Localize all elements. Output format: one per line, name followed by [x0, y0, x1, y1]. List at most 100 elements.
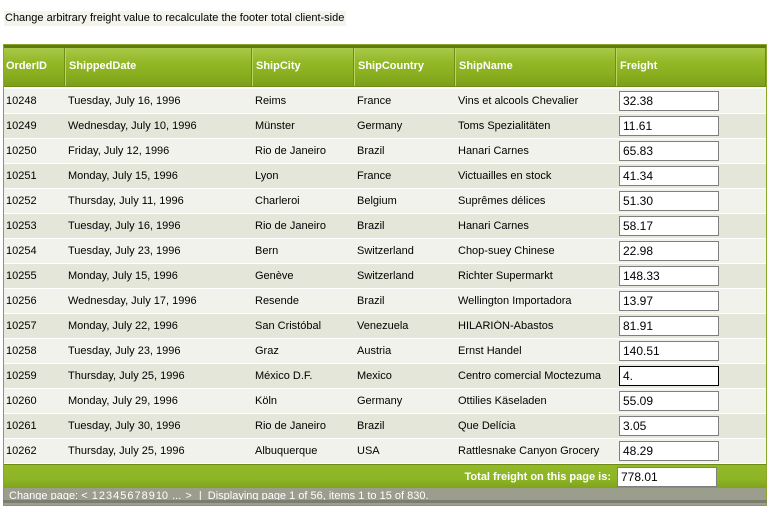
cell-shipcity: Bern [255, 245, 279, 257]
cell-shipcity: Genève [255, 270, 294, 282]
cell-shipcountry: Brazil [357, 420, 385, 432]
cell-orderid: 10259 [6, 370, 37, 382]
cell-orderid: 10252 [6, 195, 37, 207]
cell-shipcountry: Brazil [357, 220, 385, 232]
cell-shippeddate: Monday, July 29, 1996 [68, 395, 178, 407]
cell-orderid: 10254 [6, 245, 37, 257]
cell-orderid: 10260 [6, 395, 37, 407]
cell-shippeddate: Tuesday, July 23, 1996 [68, 345, 181, 357]
cell-shipname: Richter Supermarkt [458, 270, 553, 282]
cell-freight [616, 316, 766, 336]
cell-shipcity: México D.F. [255, 370, 313, 382]
freight-input[interactable] [619, 366, 719, 386]
cell-shipcity: Resende [255, 295, 300, 307]
cell-shippeddate: Tuesday, July 16, 1996 [68, 220, 181, 232]
cell-shipcity: Rio de Janeiro [255, 420, 326, 432]
freight-input[interactable] [619, 391, 719, 411]
table-row: 10252 Thursday, July 11, 1996 Charleroi Bel… [4, 189, 766, 214]
cell-freight [616, 366, 766, 386]
column-header-shippeddate[interactable]: ShippedDate [65, 48, 252, 86]
cell-freight [616, 266, 766, 286]
cell-shippeddate: Wednesday, July 17, 1996 [68, 295, 197, 307]
freight-input[interactable] [619, 116, 719, 136]
freight-input[interactable] [619, 416, 719, 436]
cell-shipcity: Rio de Janeiro [255, 145, 326, 157]
column-header-freight[interactable]: Freight [616, 48, 766, 86]
cell-shipcountry: Germany [357, 120, 403, 132]
cell-shipcity: Lyon [255, 170, 279, 182]
cell-shipname: Rattlesnake Canyon Grocery [458, 445, 600, 457]
column-header-shipname[interactable]: ShipName [455, 48, 616, 86]
freight-input[interactable] [619, 341, 719, 361]
cell-shippeddate: Monday, July 15, 1996 [68, 270, 178, 282]
table-row: 10260 Monday, July 29, 1996 Köln Germany Ott… [4, 389, 766, 414]
cell-shipcity: Reims [255, 95, 287, 107]
table-row: 10255 Monday, July 15, 1996 Genève Switzerl… [4, 264, 766, 289]
freight-input[interactable] [619, 191, 719, 211]
cell-shipcountry: Brazil [357, 145, 385, 157]
freight-input[interactable] [619, 441, 719, 461]
freight-input[interactable] [619, 241, 719, 261]
cell-shippeddate: Monday, July 22, 1996 [68, 320, 178, 332]
cell-orderid: 10256 [6, 295, 37, 307]
table-row: 10261 Tuesday, July 30, 1996 Rio de Janeir… [4, 414, 766, 439]
cell-shipcity: Albuquerque [255, 445, 318, 457]
cell-shipcity: Graz [255, 345, 279, 357]
cell-orderid: 10257 [6, 320, 37, 332]
instruction-bar: Change arbitrary freight value to recalc… [0, 0, 770, 40]
cell-freight [616, 191, 766, 211]
table-row: 10257 Monday, July 22, 1996 San Cristóbal V… [4, 314, 766, 339]
table-row: 10253 Tuesday, July 16, 1996 Rio de Janeir… [4, 214, 766, 239]
cell-shippeddate: Tuesday, July 30, 1996 [68, 420, 181, 432]
table-row: 10258 Tuesday, July 23, 1996 Graz Austria Er… [4, 339, 766, 364]
table-row: 10262 Thursday, July 25, 1996 Albuquerque U… [4, 439, 766, 464]
cell-freight [616, 241, 766, 261]
cell-freight [616, 166, 766, 186]
grid-footer: Total freight on this page is: [4, 464, 766, 488]
cell-freight [616, 341, 766, 361]
table-row: 10248 Tuesday, July 16, 1996 Reims France Vi… [4, 89, 766, 114]
cell-shipcountry: Belgium [357, 195, 397, 207]
cell-freight [616, 441, 766, 461]
cell-shippeddate: Thursday, July 25, 1996 [68, 370, 185, 382]
total-freight-field[interactable] [617, 466, 717, 487]
cell-shippeddate: Thursday, July 25, 1996 [68, 445, 185, 457]
cell-orderid: 10262 [6, 445, 37, 457]
cell-orderid: 10258 [6, 345, 37, 357]
column-header-shipcountry[interactable]: ShipCountry [354, 48, 455, 86]
cell-shipcountry: Venezuela [357, 320, 409, 332]
cell-freight [616, 416, 766, 436]
cell-shipname: Wellington Importadora [458, 295, 572, 307]
cell-freight [616, 116, 766, 136]
cell-shipcity: Münster [255, 120, 295, 132]
cell-freight [616, 291, 766, 311]
instruction-text: Change arbitrary freight value to recalc… [4, 11, 347, 26]
cell-shipname: Centro comercial Moctezuma [458, 370, 602, 382]
grid-header: OrderID ShippedDate ShipCity ShipCountry… [4, 45, 766, 87]
freight-input[interactable] [619, 216, 719, 236]
cell-orderid: 10249 [6, 120, 37, 132]
freight-input[interactable] [619, 166, 719, 186]
grid-bottom-shadow [3, 500, 767, 503]
column-header-orderid[interactable]: OrderID [4, 48, 65, 86]
grid-body: 10248 Tuesday, July 16, 1996 Reims France Vi… [4, 89, 766, 464]
orders-grid: OrderID ShippedDate ShipCity ShipCountry… [3, 44, 767, 506]
cell-shipname: Hanari Carnes [458, 220, 529, 232]
cell-shipcountry: Germany [357, 395, 403, 407]
freight-input[interactable] [619, 91, 719, 111]
cell-shipcity: San Cristóbal [255, 320, 322, 332]
cell-freight [616, 216, 766, 236]
cell-shipcountry: France [357, 95, 392, 107]
cell-shipname: Que Delícia [458, 420, 516, 432]
table-row: 10259 Thursday, July 25, 1996 México D.F. M… [4, 364, 766, 389]
cell-shipname: Toms Spezialitäten [458, 120, 551, 132]
freight-input[interactable] [619, 141, 719, 161]
cell-shipname: Ottilies Käseladen [458, 395, 547, 407]
column-header-shipcity[interactable]: ShipCity [252, 48, 354, 86]
cell-shipcity: Köln [255, 395, 278, 407]
freight-input[interactable] [619, 316, 719, 336]
cell-shipname: Chop-suey Chinese [458, 245, 555, 257]
cell-shippeddate: Tuesday, July 23, 1996 [68, 245, 181, 257]
freight-input[interactable] [619, 291, 719, 311]
freight-input[interactable] [619, 266, 719, 286]
